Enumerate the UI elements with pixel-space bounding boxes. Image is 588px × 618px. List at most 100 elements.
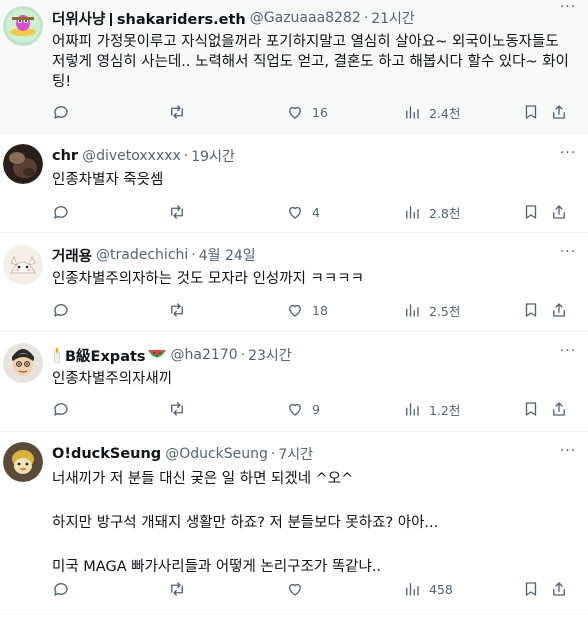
views-button[interactable]: 458 [403,580,453,598]
view-count: 2.5천 [429,303,461,319]
tweet-text-line [52,490,576,512]
display-name[interactable]: 더위사냥 shakariders.eth [52,8,246,28]
avatar[interactable] [3,144,43,184]
view-count: 2.8천 [429,205,461,221]
reply-button[interactable] [52,103,70,121]
views-chart-icon [406,583,419,596]
dot-separator: · [240,347,246,363]
bookmark-button[interactable] [522,203,540,221]
retweet-icon [171,105,183,119]
reply-button[interactable] [52,203,70,221]
more-options-icon[interactable]: ··· [558,146,578,166]
tweet-text: 인종차별주의자하는 것도 모자라 인성까지 ㅋㅋㅋㅋ [52,269,576,289]
display-name[interactable]: 거래용 [52,245,92,265]
retweet-button[interactable] [168,103,186,121]
share-button[interactable] [550,103,568,121]
share-icon [553,205,565,219]
more-options-icon[interactable]: ··· [558,344,578,364]
bookmark-button[interactable] [522,301,540,319]
share-button[interactable] [550,580,568,598]
reply-button[interactable] [52,400,70,418]
retweet-button[interactable] [168,203,186,221]
heart-icon [289,106,301,119]
tweet-text-line: 인종차별주의자새끼 [52,371,173,387]
bookmark-icon [525,205,537,219]
reply-button[interactable] [52,301,70,319]
tweet-text-line: 팅! [52,74,72,90]
tweet[interactable]: chr @divetoxxxxx · 19시간 인종차별자 죽읏셈 ··· 4 [0,134,588,233]
like-button[interactable] [286,580,304,598]
share-button[interactable] [550,301,568,319]
user-handle[interactable]: @ha2170 [171,347,238,363]
bookmark-icon [525,582,537,596]
views-chart-icon [406,206,419,219]
like-button[interactable]: 9 [286,400,320,418]
reply-icon [54,403,68,416]
share-icon [553,582,565,596]
tweet-text-line: 저렇게 영심히 사는데.. 노력해서 직업도 얻고, 결혼도 하고 해봅시다 할… [52,54,569,70]
user-handle[interactable]: @divetoxxxxx [82,148,181,164]
bookmark-button[interactable] [522,580,540,598]
user-handle[interactable]: @Gazuaaa8282 [250,10,361,26]
bookmark-button[interactable] [522,400,540,418]
retweet-button[interactable] [168,580,186,598]
timestamp[interactable]: 23시간 [248,345,292,365]
display-name[interactable]: chr [52,148,78,164]
bookmark-icon [525,105,537,119]
display-name[interactable]: B級Expats [65,345,146,365]
dot-separator: · [191,247,196,263]
share-button[interactable] [550,400,568,418]
display-name[interactable]: O!duckSeung [52,446,161,462]
timestamp[interactable]: 19시간 [191,146,235,166]
retweet-button[interactable] [168,301,186,319]
timestamp[interactable]: 4월 24일 [199,245,256,265]
view-count: 1.2천 [429,402,461,418]
more-options-icon[interactable]: ··· [558,245,578,265]
like-count: 16 [312,104,328,120]
timestamp[interactable]: 7시간 [278,444,313,464]
avatar[interactable] [3,245,43,285]
retweet-icon [171,205,183,219]
dot-separator: · [183,148,189,164]
tweet-text-line: 인종차별주의자하는 것도 모자라 인성까지 ㅋㅋㅋㅋ [52,271,364,287]
tweet[interactable]: B級Expats @ha2170 · 23시간 인종차별주의자새끼 ··· 9 … [0,332,588,432]
retweet-icon [171,582,183,596]
views-button[interactable]: 1.2천 [403,400,460,419]
tweet[interactable]: O!duckSeung @OduckSeung · 7시간 너새끼가 저 분들 … [0,432,588,610]
more-options-icon[interactable]: ··· [558,0,578,20]
heart-icon [289,304,301,317]
reply-icon [54,304,68,317]
like-count: 18 [312,302,328,318]
bookmark-button[interactable] [522,103,540,121]
retweet-button[interactable] [168,400,186,418]
like-button[interactable]: 18 [286,301,328,319]
views-chart-icon [406,304,419,317]
views-button[interactable]: 2.8천 [403,203,460,222]
share-icon [553,402,565,416]
views-button[interactable]: 2.4천 [403,103,460,122]
tweet[interactable]: 더위사냥 shakariders.eth @Gazuaaa8282 · 21시간 … [0,0,588,134]
view-count: 458 [429,581,453,597]
like-button[interactable]: 4 [286,203,320,221]
like-button[interactable]: 16 [286,103,328,121]
avatar[interactable] [3,343,43,383]
name-separator [110,13,112,26]
candle-emoji-icon [52,347,62,364]
user-handle[interactable]: @tradechichi [96,247,188,263]
bookmark-icon [525,303,537,317]
user-handle[interactable]: @OduckSeung [165,446,268,462]
avatar[interactable] [3,6,43,46]
reply-icon [54,206,68,219]
tweet-text: 어짜피 가정못이루고 자식없을꺼라 포기하지말고 열심히 살아요~ 외국이노동자… [52,32,576,92]
tweet[interactable]: 거래용 @tradechichi · 4월 24일 인종차별주의자하는 것도 모… [0,233,588,332]
like-count: 9 [312,401,320,417]
tweet-text-line [52,534,576,556]
dot-separator: · [270,446,276,462]
views-button[interactable]: 2.5천 [403,301,460,320]
more-options-icon[interactable]: ··· [558,444,578,464]
timestamp[interactable]: 21시간 [371,8,415,28]
reply-button[interactable] [52,580,70,598]
share-button[interactable] [550,203,568,221]
avatar[interactable] [3,442,43,482]
reply-icon [54,583,68,596]
